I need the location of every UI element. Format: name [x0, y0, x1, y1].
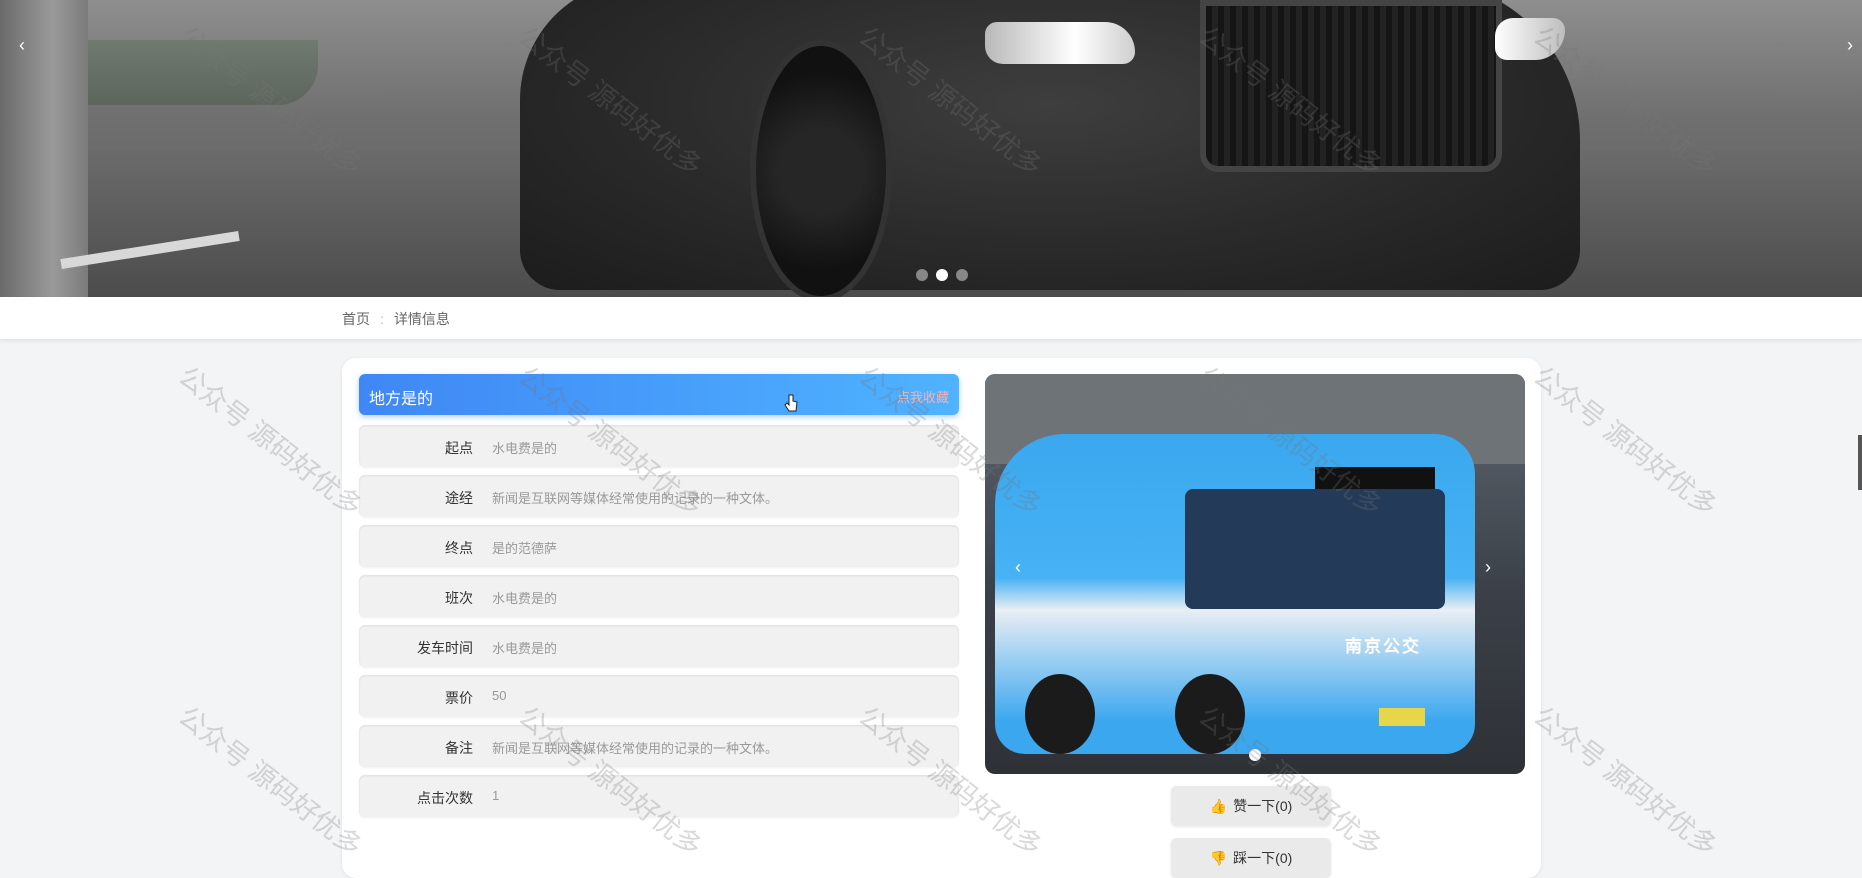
- hero-car-wheel: [750, 40, 892, 297]
- thumbs-up-button[interactable]: 👍 赞一下(0): [1171, 786, 1331, 826]
- photo-bus-wheel: [1175, 674, 1245, 754]
- thumbs-down-button[interactable]: 👎 踩一下(0): [1171, 838, 1331, 878]
- hero-banner: ‹ ›: [0, 0, 1862, 297]
- field-label: 班次: [445, 590, 473, 606]
- field-row-start: 起点 水电费是的: [359, 425, 959, 467]
- detail-fields: 起点 水电费是的 途经 新闻是互联网等媒体经常使用的记录的一种文体。 终点 是的…: [359, 425, 959, 825]
- hero-car-headlight-left: [985, 22, 1135, 64]
- chevron-left-icon[interactable]: ‹: [1015, 557, 1021, 578]
- photo-bus-wheel: [1025, 674, 1095, 754]
- thumbs-down-label: 踩一下(0): [1233, 850, 1293, 866]
- detail-title: 地方是的: [369, 391, 434, 408]
- hero-dot-2[interactable]: [936, 269, 948, 281]
- breadcrumb-home[interactable]: 首页: [342, 309, 370, 329]
- field-value: 新闻是互联网等媒体经常使用的记录的一种文体。: [492, 741, 779, 756]
- watermark: 公众号 源码好优多: [1527, 700, 1723, 863]
- favorite-button[interactable]: 点我收藏: [897, 387, 949, 406]
- hero-grass: [88, 40, 318, 105]
- breadcrumb: 首页 : 详情信息: [342, 309, 450, 329]
- field-row-end: 终点 是的范德萨: [359, 525, 959, 567]
- chevron-right-icon[interactable]: ›: [1840, 35, 1860, 56]
- field-label: 备注: [445, 740, 473, 756]
- thumbs-up-icon: 👍: [1209, 797, 1228, 814]
- field-value: 水电费是的: [492, 441, 558, 456]
- field-row-remark: 备注 新闻是互联网等媒体经常使用的记录的一种文体。: [359, 725, 959, 767]
- watermark: 公众号 源码好优多: [1527, 360, 1723, 523]
- field-value: 50: [492, 688, 507, 703]
- field-value: 新闻是互联网等媒体经常使用的记录的一种文体。: [492, 491, 779, 506]
- chevron-right-icon[interactable]: ›: [1485, 557, 1491, 578]
- breadcrumb-current: 详情信息: [393, 311, 450, 327]
- field-value: 1: [492, 788, 500, 803]
- field-label: 发车时间: [417, 640, 473, 656]
- field-row-trips: 班次 水电费是的: [359, 575, 959, 617]
- photo-carousel: 南京公交 ‹ ›: [985, 374, 1525, 774]
- scrollbar-thumb[interactable]: [1858, 435, 1862, 490]
- thumbs-up-label: 赞一下(0): [1233, 798, 1293, 814]
- detail-title-bar: 地方是的 点我收藏: [359, 374, 959, 415]
- field-value: 是的范德萨: [492, 541, 558, 556]
- field-label: 点击次数: [417, 790, 473, 806]
- hero-dot-3[interactable]: [956, 269, 968, 281]
- hero-dot-1[interactable]: [916, 269, 928, 281]
- hero-pagination: [916, 269, 968, 281]
- field-label: 途经: [445, 490, 473, 506]
- field-row-price: 票价 50: [359, 675, 959, 717]
- field-row-clicks: 点击次数 1: [359, 775, 959, 817]
- field-row-via: 途经 新闻是互联网等媒体经常使用的记录的一种文体。: [359, 475, 959, 517]
- breadcrumb-bar: 首页 : 详情信息: [0, 297, 1862, 339]
- field-label: 终点: [445, 540, 473, 556]
- thumbs-down-icon: 👎: [1209, 849, 1228, 866]
- hand-cursor-icon: [784, 394, 798, 412]
- breadcrumb-separator: :: [380, 311, 384, 327]
- photo-bus-led-sign: [1315, 467, 1435, 489]
- hero-car-grille: [1200, 0, 1502, 172]
- photo-dot[interactable]: [1249, 749, 1261, 761]
- photo-bus-brand: 南京公交: [1345, 637, 1421, 656]
- photo-bus-windshield: [1185, 489, 1445, 609]
- field-value: 水电费是的: [492, 591, 558, 606]
- photo-bus-plate: [1379, 708, 1425, 726]
- field-row-depart-time: 发车时间 水电费是的: [359, 625, 959, 667]
- field-label: 票价: [445, 690, 473, 706]
- field-label: 起点: [445, 440, 473, 456]
- chevron-left-icon[interactable]: ‹: [12, 35, 32, 56]
- field-value: 水电费是的: [492, 641, 558, 656]
